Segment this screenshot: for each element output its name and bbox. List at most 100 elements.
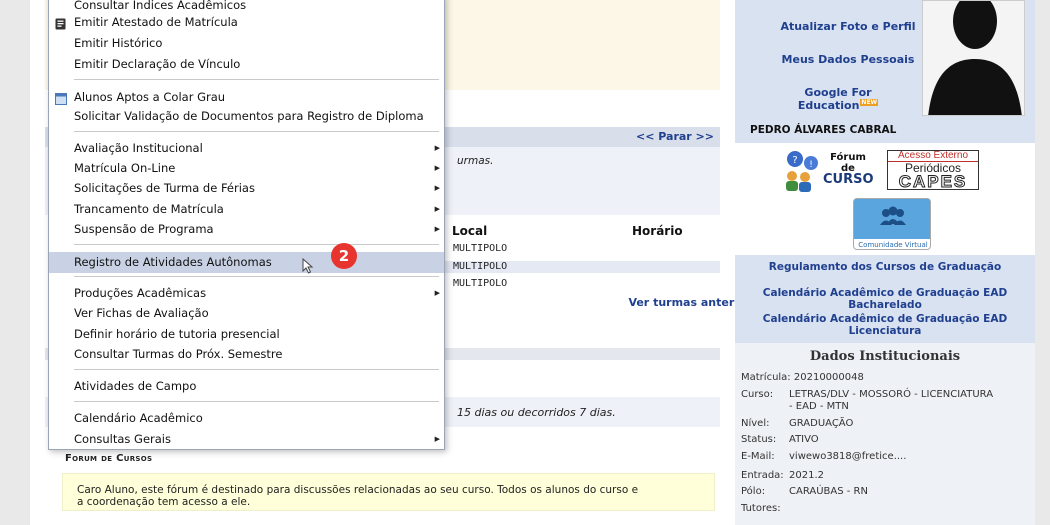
column-horario: Horário	[632, 224, 683, 238]
menu-item-label: Trancamento de Matrícula	[74, 202, 224, 216]
menu-separator	[74, 369, 439, 370]
ensino-dropdown-menu: Consultar Índices Acadêmicos Emitir Ates…	[48, 0, 445, 450]
menu-item-emitir-declaracao[interactable]: Emitir Declaração de Vínculo	[49, 54, 444, 74]
entrada-value: 2021.2	[789, 470, 824, 481]
menu-item-producoes-academicas[interactable]: Produções Acadêmicas ▶	[49, 283, 444, 303]
menu-item-calendario-academico[interactable]: Calendário Acadêmico	[49, 408, 444, 428]
menu-item-turma-ferias[interactable]: Solicitações de Turma de Férias ▶	[49, 178, 444, 198]
forum-section-header: Forum de Cursos	[45, 448, 720, 468]
menu-item-label: Avaliação Institucional	[74, 141, 203, 155]
polo-label: Pólo:	[741, 486, 766, 497]
forum-text-line: a coordenação tem acesso a ele.	[77, 496, 251, 508]
calendario-link-line: Calendário Acadêmico de Graduação EAD	[762, 313, 1008, 325]
curso-row: Curso: LETRAS/DLV - MOSSORÓ - LICENCIATUR…	[741, 389, 993, 413]
polo-row: Pólo: CARAÚBAS - RN	[741, 486, 868, 498]
menu-item-label: Consultas Gerais	[74, 432, 171, 446]
google-education-link[interactable]: Google For Education NEW	[763, 86, 913, 112]
capes-periodicos-logo[interactable]: Acesso Externo Periódicos CAPES	[887, 150, 979, 191]
profile-photo	[922, 0, 1025, 116]
menu-item-aptos-colar-grau[interactable]: Alunos Aptos a Colar Grau	[49, 87, 444, 107]
curso-label: Curso:	[741, 389, 774, 400]
menu-separator	[74, 401, 439, 402]
status-label: Status:	[741, 434, 777, 445]
parar-link[interactable]: << Parar >>	[636, 130, 714, 143]
forum-logo-line: Fórum	[830, 152, 866, 163]
status-value: ATIVO	[789, 434, 819, 445]
email-value: viwewo3818@fretice....	[789, 451, 907, 462]
menu-item-consultas-gerais[interactable]: Consultas Gerais ▶	[49, 429, 444, 449]
menu-item-turmas-prox-semestre[interactable]: Consultar Turmas do Próx. Semestre	[49, 344, 444, 364]
table-row: MULTIPOLO	[453, 243, 508, 254]
submenu-arrow-icon: ▶	[434, 144, 440, 152]
menu-item-label: Emitir Atestado de Matrícula	[74, 15, 238, 29]
atualizar-foto-link[interactable]: Atualizar Foto e Perfil	[773, 20, 923, 33]
turmas-message: urmas.	[457, 155, 494, 167]
menu-item-avaliacao-institucional[interactable]: Avaliação Institucional ▶	[49, 138, 444, 158]
forum-people-icon: ? !	[786, 151, 818, 192]
logos-area: ? ! Fórum de CURSO Acesso Externo Periód…	[735, 143, 1035, 255]
forum-curso-logo[interactable]: ? ! Fórum de CURSO	[783, 149, 875, 193]
menu-item-emitir-atestado[interactable]: Emitir Atestado de Matrícula	[49, 12, 444, 32]
submenu-arrow-icon: ▶	[434, 289, 440, 297]
forum-logo-line: CURSO	[823, 172, 874, 187]
table-row: MULTIPOLO	[445, 261, 720, 273]
menu-separator	[74, 79, 439, 80]
svg-text:!: !	[809, 160, 813, 170]
student-name: PEDRO ÁLVARES CABRAL	[750, 124, 897, 136]
meus-dados-link[interactable]: Meus Dados Pessoais	[773, 53, 923, 66]
menu-item-label: Alunos Aptos a Colar Grau	[74, 90, 226, 104]
comunidade-logo-label: Comunidade Virtual	[854, 239, 930, 249]
calendario-link-line: Licenciatura	[848, 324, 922, 337]
submenu-arrow-icon: ▶	[434, 435, 440, 443]
menu-item-suspensao-programa[interactable]: Suspensão de Programa ▶	[49, 219, 444, 239]
menu-item-horario-tutoria[interactable]: Definir horário de tutoria presencial	[49, 324, 444, 344]
step-badge: 2	[331, 243, 357, 269]
menu-item-atividades-autonomas[interactable]: Registro de Atividades Autônomas	[49, 252, 444, 273]
menu-separator	[74, 131, 439, 132]
window-icon	[55, 91, 67, 105]
email-row: E-Mail: viwewo3818@fretice....	[741, 451, 906, 463]
menu-item-emitir-historico[interactable]: Emitir Histórico	[49, 33, 444, 53]
document-icon	[55, 16, 66, 30]
menu-item-atividades-campo[interactable]: Atividades de Campo	[49, 376, 444, 396]
nivel-row: Nível: GRADUAÇÃO	[741, 418, 853, 430]
calendario-link-line: Bacharelado	[848, 298, 922, 311]
deadline-text: 15 dias ou decorridos 7 dias.	[457, 406, 616, 419]
tutores-label: Tutores:	[741, 503, 781, 514]
calendario-bacharelado-link[interactable]: Calendário Acadêmico de Graduação EAD Ba…	[735, 287, 1035, 311]
regulamento-link[interactable]: Regulamento dos Cursos de Graduação	[735, 261, 1035, 274]
dados-institucionais: Dados Institucionais Matrícula: 20210000…	[735, 343, 1035, 525]
menu-item-label: Solicitações de Turma de Férias	[74, 181, 255, 195]
menu-separator	[74, 244, 439, 245]
entrada-row: Entrada: 2021.2	[741, 470, 824, 482]
status-row: Status: ATIVO	[741, 434, 819, 446]
submenu-arrow-icon: ▶	[434, 184, 440, 192]
column-local: Local	[452, 224, 488, 238]
menu-item-matricula-online[interactable]: Matrícula On-Line ▶	[49, 158, 444, 178]
comunidade-virtual-logo[interactable]: Comunidade Virtual	[853, 198, 931, 250]
calendario-licenciatura-link[interactable]: Calendário Acadêmico de Graduação EAD Li…	[735, 313, 1035, 337]
menu-item-label: Produções Acadêmicas	[74, 286, 207, 300]
email-label: E-Mail:	[741, 451, 775, 462]
matricula-value: 20210000048	[793, 372, 864, 383]
submenu-arrow-icon: ▶	[434, 225, 440, 233]
community-people-icon	[854, 199, 930, 239]
forum-title: Forum de Cursos	[65, 453, 153, 464]
matricula-row: Matrícula: 20210000048	[741, 372, 864, 384]
dados-title: Dados Institucionais	[809, 349, 961, 364]
table-row: MULTIPOLO	[453, 278, 508, 289]
entrada-label: Entrada:	[741, 470, 784, 481]
menu-item-validacao-documentos[interactable]: Solicitar Validação de Documentos para R…	[49, 106, 444, 126]
matricula-label: Matrícula:	[741, 372, 791, 383]
capes-logo-line: CAPES	[898, 172, 968, 191]
menu-item-fichas-avaliacao[interactable]: Ver Fichas de Avaliação	[49, 303, 444, 323]
menu-item-label: Matrícula On-Line	[74, 161, 176, 175]
menu-item-trancamento[interactable]: Trancamento de Matrícula ▶	[49, 199, 444, 219]
menu-item-label: Suspensão de Programa	[74, 222, 214, 236]
nivel-label: Nível:	[741, 418, 770, 429]
forum-text-line: Caro Aluno, este fórum é destinado para …	[77, 484, 639, 496]
mouse-pointer-icon	[302, 258, 314, 274]
curso-value: - EAD - MTN	[789, 401, 849, 412]
submenu-arrow-icon: ▶	[434, 205, 440, 213]
tutores-row: Tutores:	[741, 503, 789, 515]
